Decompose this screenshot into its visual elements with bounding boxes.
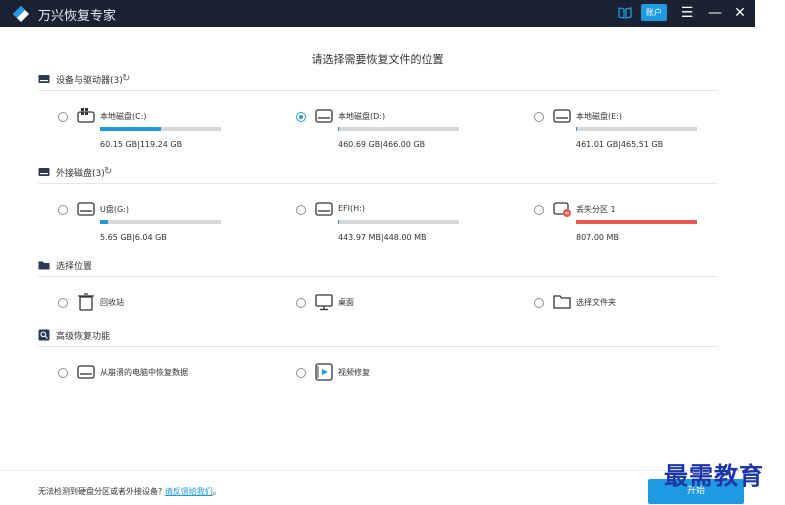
drive-label: U盘(G:) — [100, 205, 129, 214]
usage-bar — [100, 127, 221, 131]
drive-item-c[interactable]: 本地磁盘(C:) 60.15 GB|119.24 GB — [58, 108, 228, 154]
desktop-icon — [315, 294, 333, 311]
location-recycle-bin[interactable]: 回收站 — [58, 293, 228, 312]
drive-item-d[interactable]: 本地磁盘(D:) 460.69 GB|466.00 GB — [296, 109, 466, 154]
drive-size: 461.01 GB|465.51 GB — [576, 140, 664, 149]
drive-icon — [315, 109, 333, 123]
usage-bar-fill — [338, 127, 340, 131]
usage-bar-fill — [576, 127, 578, 131]
usage-bar — [576, 220, 697, 224]
drive-label: 丢失分区 1 — [576, 205, 616, 214]
location-select-folder[interactable]: 选择文件夹 — [534, 295, 704, 312]
feedback-link[interactable]: 请反馈给我们 — [165, 487, 213, 496]
drive-icon — [77, 202, 95, 216]
usage-bar-fill — [576, 220, 697, 224]
radio-drive-g[interactable] — [58, 205, 68, 215]
advanced-label: 视频修复 — [338, 368, 370, 377]
advanced-video-repair[interactable]: 视频修复 — [296, 363, 466, 382]
radio-drive-c[interactable] — [58, 112, 68, 122]
footer-text: 无法检测到硬盘分区或者外接设备? 请反馈给我们。 — [38, 486, 221, 497]
drive-size: 5.65 GB|6.04 GB — [100, 233, 167, 242]
radio-desktop[interactable] — [296, 298, 306, 308]
radio-lost-partition[interactable] — [534, 205, 544, 215]
windows-drive-icon — [77, 108, 95, 123]
section-label: 选择位置 — [56, 262, 93, 272]
usage-bar — [338, 220, 459, 224]
radio-drive-e[interactable] — [534, 112, 544, 122]
refresh-icon[interactable]: ↻ — [122, 73, 130, 84]
book-icon[interactable] — [618, 6, 632, 20]
usage-bar-fill — [100, 220, 108, 224]
section-label: 外接磁盘(3) — [56, 169, 105, 179]
usage-bar — [338, 127, 459, 131]
radio-drive-d[interactable] — [296, 112, 306, 122]
drive-label: 本地磁盘(D:) — [338, 112, 386, 121]
location-label: 桌面 — [338, 298, 354, 307]
folder-icon — [553, 295, 571, 309]
radio-select-folder[interactable] — [534, 298, 544, 308]
account-button[interactable]: 账户 — [641, 4, 667, 21]
drive-size: 443.97 MB|448.00 MB — [338, 233, 427, 242]
advanced-crashed-pc[interactable]: 从崩溃的电脑中恢复数据 — [58, 365, 278, 382]
drive-item-e[interactable]: 本地磁盘(E:) 461.01 GB|465.51 GB — [534, 109, 704, 154]
minimize-button[interactable]: — — [706, 3, 724, 23]
drive-size: 60.15 GB|119.24 GB — [100, 140, 183, 149]
usage-bar-fill — [338, 220, 340, 224]
title-bar: 万兴恢复专家 账户 ☰ — ✕ — [0, 0, 755, 27]
drive-size: 460.69 GB|466.00 GB — [338, 140, 426, 149]
drive-item-g[interactable]: U盘(G:) 5.65 GB|6.04 GB — [58, 202, 228, 247]
usage-bar — [100, 220, 221, 224]
advanced-search-icon — [38, 329, 50, 341]
radio-video-repair[interactable] — [296, 368, 306, 378]
crashed-pc-icon — [77, 365, 95, 379]
location-label: 选择文件夹 — [576, 298, 616, 307]
footer-period: 。 — [212, 487, 221, 496]
app-logo-icon — [13, 6, 29, 22]
drive-icon — [553, 109, 571, 123]
usage-bar — [576, 127, 697, 131]
hard-drive-icon — [38, 75, 50, 83]
lost-partition-icon — [553, 202, 571, 217]
page-title: 请选择需要恢复文件的位置 — [311, 53, 444, 66]
location-label: 回收站 — [100, 298, 124, 307]
recycle-bin-icon — [78, 293, 94, 311]
app-title: 万兴恢复专家 — [38, 9, 117, 24]
folder-section-icon — [38, 261, 50, 270]
drive-label: EFI(H:) — [338, 204, 365, 213]
footer-message: 无法检测到硬盘分区或者外接设备? — [38, 487, 163, 496]
advanced-label: 从崩溃的电脑中恢复数据 — [100, 368, 188, 377]
app-window: 万兴恢复专家 账户 ☰ — ✕ 请选择需要恢复文件的位置 设备与驱动器(3) ↻… — [0, 0, 755, 505]
section-label: 设备与驱动器(3) — [56, 76, 123, 86]
footer: 无法检测到硬盘分区或者外接设备? 请反馈给我们。 开始 — [0, 470, 755, 505]
radio-crashed-pc[interactable] — [58, 368, 68, 378]
section-advanced: 高级恢复功能 — [38, 327, 718, 347]
refresh-icon[interactable]: ↻ — [104, 166, 112, 177]
drive-icon — [315, 202, 333, 216]
drive-size: 807.00 MB — [576, 233, 619, 242]
watermark-text: 最需教育 — [664, 461, 764, 490]
menu-icon[interactable]: ☰ — [678, 3, 696, 23]
section-label: 高级恢复功能 — [56, 332, 111, 342]
close-button[interactable]: ✕ — [731, 3, 749, 23]
drive-label: 本地磁盘(E:) — [576, 112, 622, 121]
radio-recycle-bin[interactable] — [58, 298, 68, 308]
drive-item-lost-partition[interactable]: 丢失分区 1 807.00 MB — [534, 202, 704, 247]
section-external: 外接磁盘(3) ↻ — [38, 164, 718, 184]
video-repair-icon — [315, 363, 333, 381]
usage-bar-fill — [100, 127, 161, 131]
drive-label: 本地磁盘(C:) — [100, 112, 147, 121]
radio-drive-h[interactable] — [296, 205, 306, 215]
drive-item-h[interactable]: EFI(H:) 443.97 MB|448.00 MB — [296, 202, 466, 247]
location-desktop[interactable]: 桌面 — [296, 294, 466, 312]
hard-drive-icon — [38, 168, 50, 176]
section-devices: 设备与驱动器(3) ↻ — [38, 71, 718, 91]
section-locations: 选择位置 — [38, 257, 718, 277]
